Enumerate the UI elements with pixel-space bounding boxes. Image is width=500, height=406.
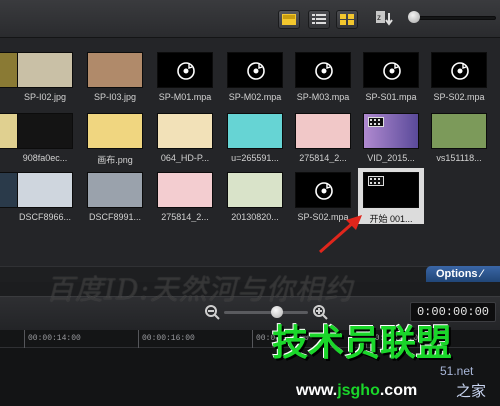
- image-thumbnail: [87, 113, 143, 149]
- media-item-label: 20130820...: [231, 212, 279, 222]
- media-item[interactable]: VID_2015...: [358, 109, 424, 165]
- media-item[interactable]: SP-M03.mpa: [290, 48, 356, 104]
- site-suffix-watermark-2: 之家: [456, 383, 487, 400]
- media-item[interactable]: 开始 001...: [358, 168, 424, 224]
- media-item-label: DSCF8991...: [88, 212, 142, 222]
- media-item[interactable]: SP-M01.mpa: [152, 48, 218, 104]
- media-item[interactable]: 908fa0ec...: [12, 109, 78, 165]
- image-thumbnail: [17, 52, 73, 88]
- sort-icon: z: [376, 11, 393, 26]
- ruler-tick: [24, 330, 25, 348]
- library-grid: SP-I02.jpg SP-I03.jpg SP-M01.mpa SP-M02.mpa…: [0, 38, 500, 266]
- image-thumbnail: [227, 113, 283, 149]
- media-item-label: 275814_2...: [299, 153, 347, 163]
- audio-file-icon: [431, 52, 487, 88]
- media-item[interactable]: u=265591...: [222, 109, 288, 165]
- film-icon: [368, 117, 384, 127]
- media-item-label: 275814_2...: [161, 212, 209, 222]
- image-thumbnail: [157, 113, 213, 149]
- media-item[interactable]: SP-S01.mpa: [358, 48, 424, 104]
- detail-view-button[interactable]: [278, 10, 300, 29]
- media-item-label: 开始 001...: [369, 214, 413, 224]
- list-view-button[interactable]: [308, 10, 330, 29]
- ruler-label: 00:00:14:00: [28, 334, 81, 343]
- grid-view-button[interactable]: [336, 10, 358, 29]
- audio-file-icon: [227, 52, 283, 88]
- media-item[interactable]: SP-I02.jpg: [12, 48, 78, 104]
- thumbnail-size-slider[interactable]: [412, 16, 496, 20]
- audio-file-icon: [295, 52, 351, 88]
- image-thumbnail: [157, 172, 213, 208]
- list-detail-icon: [282, 14, 296, 25]
- sort-button[interactable]: z: [374, 9, 398, 31]
- media-item-label: 064_HD-P...: [160, 153, 210, 163]
- image-thumbnail: [17, 113, 73, 149]
- media-item-label: SP-S02.mpa: [433, 92, 485, 102]
- url-watermark: www.jsgho.com: [296, 382, 417, 400]
- site-suffix-watermark: 51.net: [440, 364, 474, 378]
- ruler-tick: [138, 330, 139, 348]
- image-thumbnail: [87, 172, 143, 208]
- media-item-label: SP-S01.mpa: [365, 92, 417, 102]
- library-toolbar: z: [0, 0, 500, 38]
- baidu-watermark: 百度ID:天然河与你相约: [46, 273, 353, 306]
- media-item[interactable]: vs151118...: [426, 109, 492, 165]
- media-item[interactable]: SP-S02.mpa: [426, 48, 492, 104]
- image-thumbnail: [295, 113, 351, 149]
- media-item-label: SP-M01.mpa: [158, 92, 212, 102]
- image-thumbnail: [227, 172, 283, 208]
- options-label: Options: [436, 268, 478, 280]
- media-item[interactable]: SP-M02.mpa: [222, 48, 288, 104]
- media-item-label: u=265591...: [231, 153, 279, 163]
- audio-file-icon: [157, 52, 213, 88]
- url-domain: jsgho: [337, 382, 380, 399]
- ruler-label: 00:00:16:00: [142, 334, 195, 343]
- annotation-arrow: [319, 215, 362, 254]
- media-item-label: 画布.png: [97, 155, 133, 165]
- media-item-label: DSCF8966...: [18, 212, 72, 222]
- thumbnail-size-knob[interactable]: [408, 11, 420, 23]
- video-thumbnail: [363, 172, 419, 208]
- media-item-label: SP-M02.mpa: [228, 92, 282, 102]
- media-item[interactable]: 275814_2...: [152, 168, 218, 224]
- image-thumbnail: [17, 172, 73, 208]
- media-item[interactable]: DSCF8991...: [82, 168, 148, 224]
- film-icon: [368, 176, 384, 186]
- media-item-label: 908fa0ec...: [22, 153, 68, 163]
- media-item-label: SP-I02.jpg: [23, 92, 67, 102]
- audio-file-icon: [363, 52, 419, 88]
- ruler-tick: [252, 330, 253, 348]
- media-item[interactable]: 064_HD-P...: [152, 109, 218, 165]
- url-tld: .com: [379, 382, 418, 399]
- media-item[interactable]: 20130820...: [222, 168, 288, 224]
- grid-icon: [340, 14, 354, 25]
- media-item[interactable]: DSCF8966...: [12, 168, 78, 224]
- media-item-label: SP-M03.mpa: [296, 92, 350, 102]
- media-item[interactable]: 画布.png: [82, 109, 148, 165]
- media-item[interactable]: SP-I03.jpg: [82, 48, 148, 104]
- video-thumbnail: [363, 113, 419, 149]
- media-item[interactable]: 275814_2...: [290, 109, 356, 165]
- options-button[interactable]: Options ⁄: [426, 266, 500, 282]
- image-thumbnail: [431, 113, 487, 149]
- media-item-label: VID_2015...: [367, 153, 415, 163]
- list-icon: [312, 14, 326, 24]
- audio-file-icon: [295, 172, 351, 208]
- image-thumbnail: [87, 52, 143, 88]
- svg-text:z: z: [377, 13, 381, 22]
- url-prefix: www.: [296, 382, 338, 399]
- brand-watermark: 技术员联盟: [272, 323, 453, 364]
- media-item-label: vs151118...: [436, 153, 482, 163]
- media-item-label: SP-I03.jpg: [93, 92, 137, 102]
